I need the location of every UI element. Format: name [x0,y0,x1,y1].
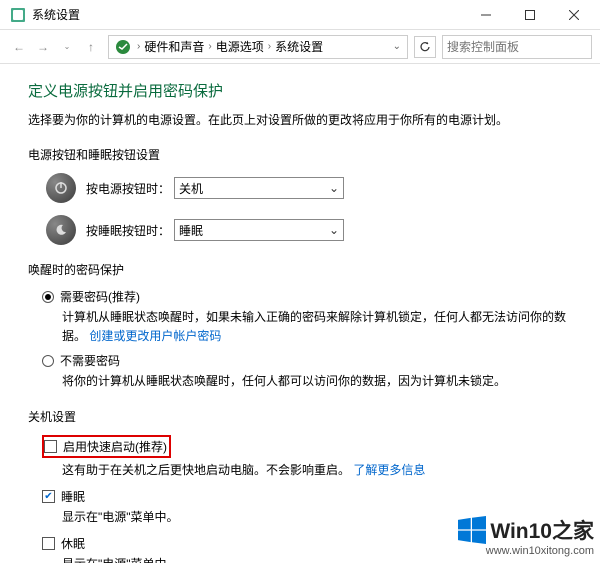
hibernate-option: 休眠 显示在"电源"菜单中。 [42,535,572,563]
maximize-button[interactable] [508,1,552,29]
checkbox-description: 显示在"电源"菜单中。 [62,555,572,563]
radio-description: 将你的计算机从睡眠状态唤醒时，任何人都可以访问你的数据，因为计算机未锁定。 [62,372,572,391]
section-label-shutdown: 关机设置 [28,408,572,425]
breadcrumb-item[interactable]: 硬件和声音 [142,38,206,55]
power-icon [46,173,76,203]
radio-description: 计算机从睡眠状态唤醒时，如果未输入正确的密码来解除计算机锁定，任何人都无法访问你… [62,308,572,346]
sleep-button-label: 按睡眠按钮时： [86,222,174,239]
checkbox-label: 启用快速启动(推荐) [63,438,167,455]
minimize-button[interactable] [464,1,508,29]
forward-button[interactable]: → [32,36,54,58]
up-button[interactable]: ↑ [80,36,102,58]
page-description: 选择要为你的计算机的电源设置。在此页上对设置所做的更改将应用于你所有的电源计划。 [28,111,572,128]
power-button-setting: 按电源按钮时： 关机 [28,173,572,203]
radio-password-not-required[interactable] [42,355,54,367]
section-label-power-buttons: 电源按钮和睡眠按钮设置 [28,146,572,163]
password-not-required-option: 不需要密码 将你的计算机从睡眠状态唤醒时，任何人都可以访问你的数据，因为计算机未… [42,352,572,391]
address-bar: ← → ⌄ ↑ › 硬件和声音 › 电源选项 › 系统设置 ⌄ [0,30,600,64]
breadcrumb-item[interactable]: 电源选项 [214,38,266,55]
refresh-button[interactable] [414,36,436,58]
checkbox-hibernate[interactable] [42,537,55,550]
power-button-label: 按电源按钮时： [86,180,174,197]
password-required-option: 需要密码(推荐) 计算机从睡眠状态唤醒时，如果未输入正确的密码来解除计算机锁定，… [42,288,572,346]
create-password-link[interactable]: 创建或更改用户帐户密码 [89,329,221,343]
sleep-button-select[interactable]: 睡眠 [174,219,344,241]
control-panel-icon [10,7,26,23]
back-button[interactable]: ← [8,36,30,58]
power-button-select[interactable]: 关机 [174,177,344,199]
breadcrumb-item[interactable]: 系统设置 [273,38,325,55]
checkbox-label: 睡眠 [61,488,85,505]
radio-password-required[interactable] [42,291,54,303]
content-area: 定义电源按钮并启用密码保护 选择要为你的计算机的电源设置。在此页上对设置所做的更… [0,64,600,563]
breadcrumb-icon [115,39,131,55]
close-button[interactable] [552,1,596,29]
search-input[interactable] [447,40,600,54]
sleep-icon [46,215,76,245]
checkbox-description: 这有助于在关机之后更快地启动电脑。不会影响重启。 了解更多信息 [62,461,572,478]
learn-more-link[interactable]: 了解更多信息 [353,463,425,477]
checkbox-description: 显示在"电源"菜单中。 [62,508,572,525]
radio-label: 不需要密码 [60,352,120,369]
sleep-option: ✔ 睡眠 显示在"电源"菜单中。 [42,488,572,525]
section-label-password: 唤醒时的密码保护 [28,261,572,278]
checkbox-label: 休眠 [61,535,85,552]
search-box[interactable] [442,35,592,59]
breadcrumb[interactable]: › 硬件和声音 › 电源选项 › 系统设置 ⌄ [108,35,408,59]
history-dropdown[interactable]: ⌄ [56,36,78,58]
fast-startup-option: 启用快速启动(推荐) 这有助于在关机之后更快地启动电脑。不会影响重启。 了解更多… [42,435,572,478]
page-title: 定义电源按钮并启用密码保护 [28,80,572,101]
sleep-button-setting: 按睡眠按钮时： 睡眠 [28,215,572,245]
checkbox-fast-startup[interactable] [44,440,57,453]
checkbox-sleep[interactable]: ✔ [42,490,55,503]
title-bar: 系统设置 [0,0,600,30]
window-title: 系统设置 [32,6,464,23]
radio-label: 需要密码(推荐) [60,288,140,305]
